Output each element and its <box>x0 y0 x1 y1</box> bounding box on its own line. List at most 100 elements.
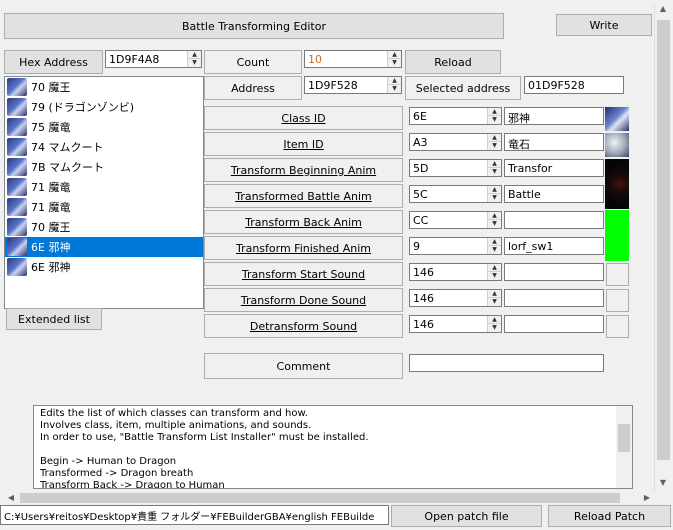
scroll-up-icon[interactable]: ▲ <box>655 4 671 18</box>
transform-finished-anim-link[interactable]: Transform Finished Anim <box>204 236 403 260</box>
dragonstone-item-icon <box>605 133 629 157</box>
transform-done-sound-link[interactable]: Transform Done Sound <box>204 288 403 312</box>
description-scroll-thumb[interactable] <box>618 424 630 452</box>
transformed-battle-anim-spinner[interactable]: ▲ ▼ <box>487 186 501 202</box>
list-item[interactable]: 75 魔竜 <box>5 117 203 137</box>
class-portrait-icon <box>605 107 629 131</box>
comment-input[interactable] <box>409 354 604 372</box>
hex-address-input[interactable]: 1D9F4A8 ▲ ▼ <box>105 50 202 68</box>
transformed-battle-anim-link[interactable]: Transformed Battle Anim <box>204 184 403 208</box>
list-item-label: 6E 邪神 <box>31 241 71 254</box>
transform-back-anim-name[interactable] <box>504 211 604 229</box>
list-item-selected[interactable]: 6E 邪神 <box>5 237 203 257</box>
address-value: 1D9F528 <box>308 79 358 92</box>
class-sprite-icon <box>7 138 27 156</box>
list-item-label: 75 魔竜 <box>31 121 71 134</box>
green-preview-swatch <box>605 210 629 261</box>
list-item[interactable]: 74 マムクート <box>5 137 203 157</box>
selected-address-field[interactable]: 01D9F528 <box>524 76 624 94</box>
transform-done-sound-name[interactable] <box>504 289 604 307</box>
main-scroll-thumb[interactable] <box>657 20 670 460</box>
horizontal-scroll-thumb[interactable] <box>20 493 620 503</box>
list-item-label: 7B マムクート <box>31 161 105 174</box>
item-id-link[interactable]: Item ID <box>204 132 403 156</box>
class-name-field[interactable]: 邪神 <box>504 107 604 125</box>
item-name-field[interactable]: 竜石 <box>504 133 604 151</box>
scroll-right-icon[interactable]: ▶ <box>640 491 654 505</box>
transform-finished-anim-input[interactable]: 9 ▲ ▼ <box>409 237 502 255</box>
transform-finished-anim-spinner[interactable]: ▲ ▼ <box>487 238 501 254</box>
transform-back-anim-link[interactable]: Transform Back Anim <box>204 210 403 234</box>
transform-start-sound-spinner[interactable]: ▲ ▼ <box>487 264 501 280</box>
reload-button[interactable]: Reload <box>405 50 501 74</box>
class-id-input[interactable]: 6E ▲ ▼ <box>409 107 502 125</box>
transform-start-sound-input[interactable]: 146 ▲ ▼ <box>409 263 502 281</box>
reload-patch-button[interactable]: Reload Patch <box>548 505 671 527</box>
count-input[interactable]: 10 ▲ ▼ <box>304 50 402 68</box>
list-item[interactable]: 79 (ドラゴンゾンビ) <box>5 97 203 117</box>
list-item-label: 71 魔竜 <box>31 201 71 214</box>
transformed-battle-anim-name[interactable]: Battle <box>504 185 604 203</box>
play-done-sound-button[interactable] <box>606 289 629 312</box>
class-list[interactable]: 70 魔王 79 (ドラゴンゾンビ) 75 魔竜 74 マムクート 7B マムク… <box>4 76 204 309</box>
count-value: 10 <box>308 53 322 66</box>
main-vertical-scrollbar[interactable]: ▲ ▼ <box>654 4 671 492</box>
class-sprite-icon <box>7 198 27 216</box>
description-box[interactable]: Edits the list of which classes can tran… <box>33 405 633 489</box>
list-item[interactable]: 70 魔王 <box>5 77 203 97</box>
description-scrollbar[interactable] <box>616 406 632 488</box>
class-sprite-icon <box>7 158 27 176</box>
selected-address-label: Selected address <box>405 76 521 100</box>
description-text: Edits the list of which classes can tran… <box>40 408 369 489</box>
list-item[interactable]: 71 魔竜 <box>5 177 203 197</box>
transform-beginning-anim-link[interactable]: Transform Beginning Anim <box>204 158 403 182</box>
detransform-sound-spinner[interactable]: ▲ ▼ <box>487 316 501 332</box>
class-sprite-icon <box>7 238 27 256</box>
transform-back-anim-value: CC <box>413 214 429 227</box>
transform-beginning-anim-name[interactable]: Transfor <box>504 159 604 177</box>
status-path-field[interactable]: C:¥Users¥reitos¥Desktop¥貴重 フォルダー¥FEBuild… <box>0 505 389 525</box>
list-item[interactable]: 6E 邪神 <box>5 257 203 277</box>
detransform-sound-name[interactable] <box>504 315 604 333</box>
hex-address-button[interactable]: Hex Address <box>4 50 103 74</box>
horizontal-scrollbar[interactable]: ◀ ▶ <box>4 491 654 505</box>
list-item-label: 74 マムクート <box>31 141 104 154</box>
scroll-down-icon[interactable]: ▼ <box>655 478 671 492</box>
transform-back-anim-input[interactable]: CC ▲ ▼ <box>409 211 502 229</box>
transform-start-sound-name[interactable] <box>504 263 604 281</box>
class-id-link[interactable]: Class ID <box>204 106 403 130</box>
address-spinner[interactable]: ▲ ▼ <box>387 77 401 93</box>
transform-done-sound-value: 146 <box>413 292 434 305</box>
list-item[interactable]: 7B マムクート <box>5 157 203 177</box>
list-item[interactable]: 70 魔王 <box>5 217 203 237</box>
class-sprite-icon <box>7 258 27 276</box>
hex-address-spinner[interactable]: ▲ ▼ <box>187 51 201 67</box>
title-button[interactable]: Battle Transforming Editor <box>4 13 504 39</box>
item-id-value: A3 <box>413 136 428 149</box>
extended-list-button[interactable]: Extended list <box>6 308 102 330</box>
transformed-battle-anim-value: 5C <box>413 188 428 201</box>
item-id-input[interactable]: A3 ▲ ▼ <box>409 133 502 151</box>
transform-finished-anim-value: 9 <box>413 240 420 253</box>
item-id-spinner[interactable]: ▲ ▼ <box>487 134 501 150</box>
play-detransform-sound-button[interactable] <box>606 315 629 338</box>
count-spinner[interactable]: ▲ ▼ <box>387 51 401 67</box>
open-patch-file-button[interactable]: Open patch file <box>391 505 542 527</box>
write-button[interactable]: Write <box>556 14 652 36</box>
transform-back-anim-spinner[interactable]: ▲ ▼ <box>487 212 501 228</box>
class-id-spinner[interactable]: ▲ ▼ <box>487 108 501 124</box>
address-input[interactable]: 1D9F528 ▲ ▼ <box>304 76 402 94</box>
detransform-sound-input[interactable]: 146 ▲ ▼ <box>409 315 502 333</box>
transform-done-sound-input[interactable]: 146 ▲ ▼ <box>409 289 502 307</box>
play-start-sound-button[interactable] <box>606 263 629 286</box>
transform-done-sound-spinner[interactable]: ▲ ▼ <box>487 290 501 306</box>
scroll-left-icon[interactable]: ◀ <box>4 491 18 505</box>
transform-beginning-anim-spinner[interactable]: ▲ ▼ <box>487 160 501 176</box>
transformed-battle-anim-input[interactable]: 5C ▲ ▼ <box>409 185 502 203</box>
hex-address-value: 1D9F4A8 <box>109 53 160 66</box>
transform-start-sound-link[interactable]: Transform Start Sound <box>204 262 403 286</box>
transform-beginning-anim-input[interactable]: 5D ▲ ▼ <box>409 159 502 177</box>
detransform-sound-link[interactable]: Detransform Sound <box>204 314 403 338</box>
transform-finished-anim-name[interactable]: lorf_sw1 <box>504 237 604 255</box>
list-item[interactable]: 71 魔竜 <box>5 197 203 217</box>
